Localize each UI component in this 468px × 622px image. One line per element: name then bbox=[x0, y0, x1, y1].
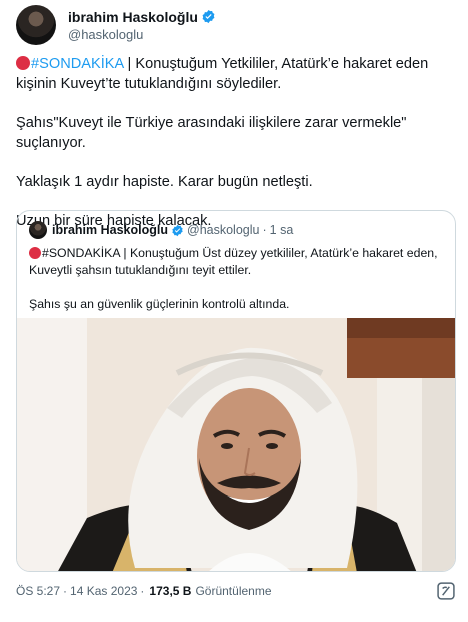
verified-badge-icon bbox=[172, 224, 183, 236]
tweet-text: #SONDAKİKA | Konuştuğum Yetkililer, Atat… bbox=[16, 54, 456, 231]
quoted-paragraph-1: #SONDAKİKA | Konuştuğum Üst düzey yetkil… bbox=[29, 245, 443, 279]
quoted-tweet-photo[interactable] bbox=[17, 318, 455, 571]
views-count: 173,5 B bbox=[149, 584, 192, 598]
quoted-paragraph-2: Şahıs şu an güvenlik güçlerinin kontrolü… bbox=[29, 297, 290, 311]
views-label: Görüntülenme bbox=[195, 584, 272, 598]
quoted-author-display-name: ibrahim Haskoloğlu bbox=[52, 223, 168, 237]
tweet-time[interactable]: ÖS 5:27 bbox=[16, 584, 60, 598]
quoted-separator: · bbox=[262, 223, 267, 237]
red-circle-emoji-icon bbox=[16, 56, 30, 70]
red-circle-emoji-icon bbox=[29, 247, 41, 259]
tweet-paragraph-3: Yaklaşık 1 aydır hapiste. Karar bugün ne… bbox=[16, 174, 313, 190]
quoted-tweet-text: #SONDAKİKA | Konuştuğum Üst düzey yetkil… bbox=[17, 239, 455, 313]
tweet-date[interactable]: 14 Kas 2023 bbox=[70, 584, 137, 598]
footer-separator: · bbox=[63, 584, 68, 598]
author-name-row: ibrahim Haskoloğlu bbox=[68, 9, 216, 25]
quoted-author-avatar bbox=[29, 221, 47, 239]
footer-separator: · bbox=[140, 584, 145, 598]
hashtag-link[interactable]: #SONDAKİKA bbox=[31, 56, 123, 72]
tweet: ibrahim Haskoloğlu @haskologlu #SONDAKİK… bbox=[0, 0, 468, 622]
author-handle[interactable]: @haskologlu bbox=[68, 27, 216, 42]
verified-badge-icon bbox=[202, 9, 215, 24]
tweet-paragraph-1: #SONDAKİKA | Konuştuğum Yetkililer, Atat… bbox=[16, 54, 456, 94]
man-in-ghutra-photo bbox=[17, 318, 455, 571]
tweet-footer: ÖS 5:27 · 14 Kas 2023 · 173,5 B Görüntül… bbox=[16, 581, 456, 601]
quoted-tweet-header: ibrahim Haskoloğlu @haskologlu · 1 sa bbox=[17, 211, 455, 239]
author-avatar[interactable] bbox=[16, 5, 56, 45]
quoted-tweet[interactable]: ibrahim Haskoloğlu @haskologlu · 1 sa #S… bbox=[16, 210, 456, 572]
bookmark-icon[interactable] bbox=[436, 581, 456, 601]
quoted-time: 1 sa bbox=[269, 223, 294, 237]
quoted-hashtag: #SONDAKİKA bbox=[42, 246, 120, 260]
tweet-paragraph-2: Şahıs"Kuveyt ile Türkiye arasındaki iliş… bbox=[16, 115, 407, 151]
tweet-header: ibrahim Haskoloğlu @haskologlu bbox=[16, 0, 456, 45]
quoted-author-handle: @haskologlu bbox=[187, 223, 260, 237]
author-display-name[interactable]: ibrahim Haskoloğlu bbox=[68, 9, 198, 25]
author-names: ibrahim Haskoloğlu @haskologlu bbox=[68, 9, 216, 42]
